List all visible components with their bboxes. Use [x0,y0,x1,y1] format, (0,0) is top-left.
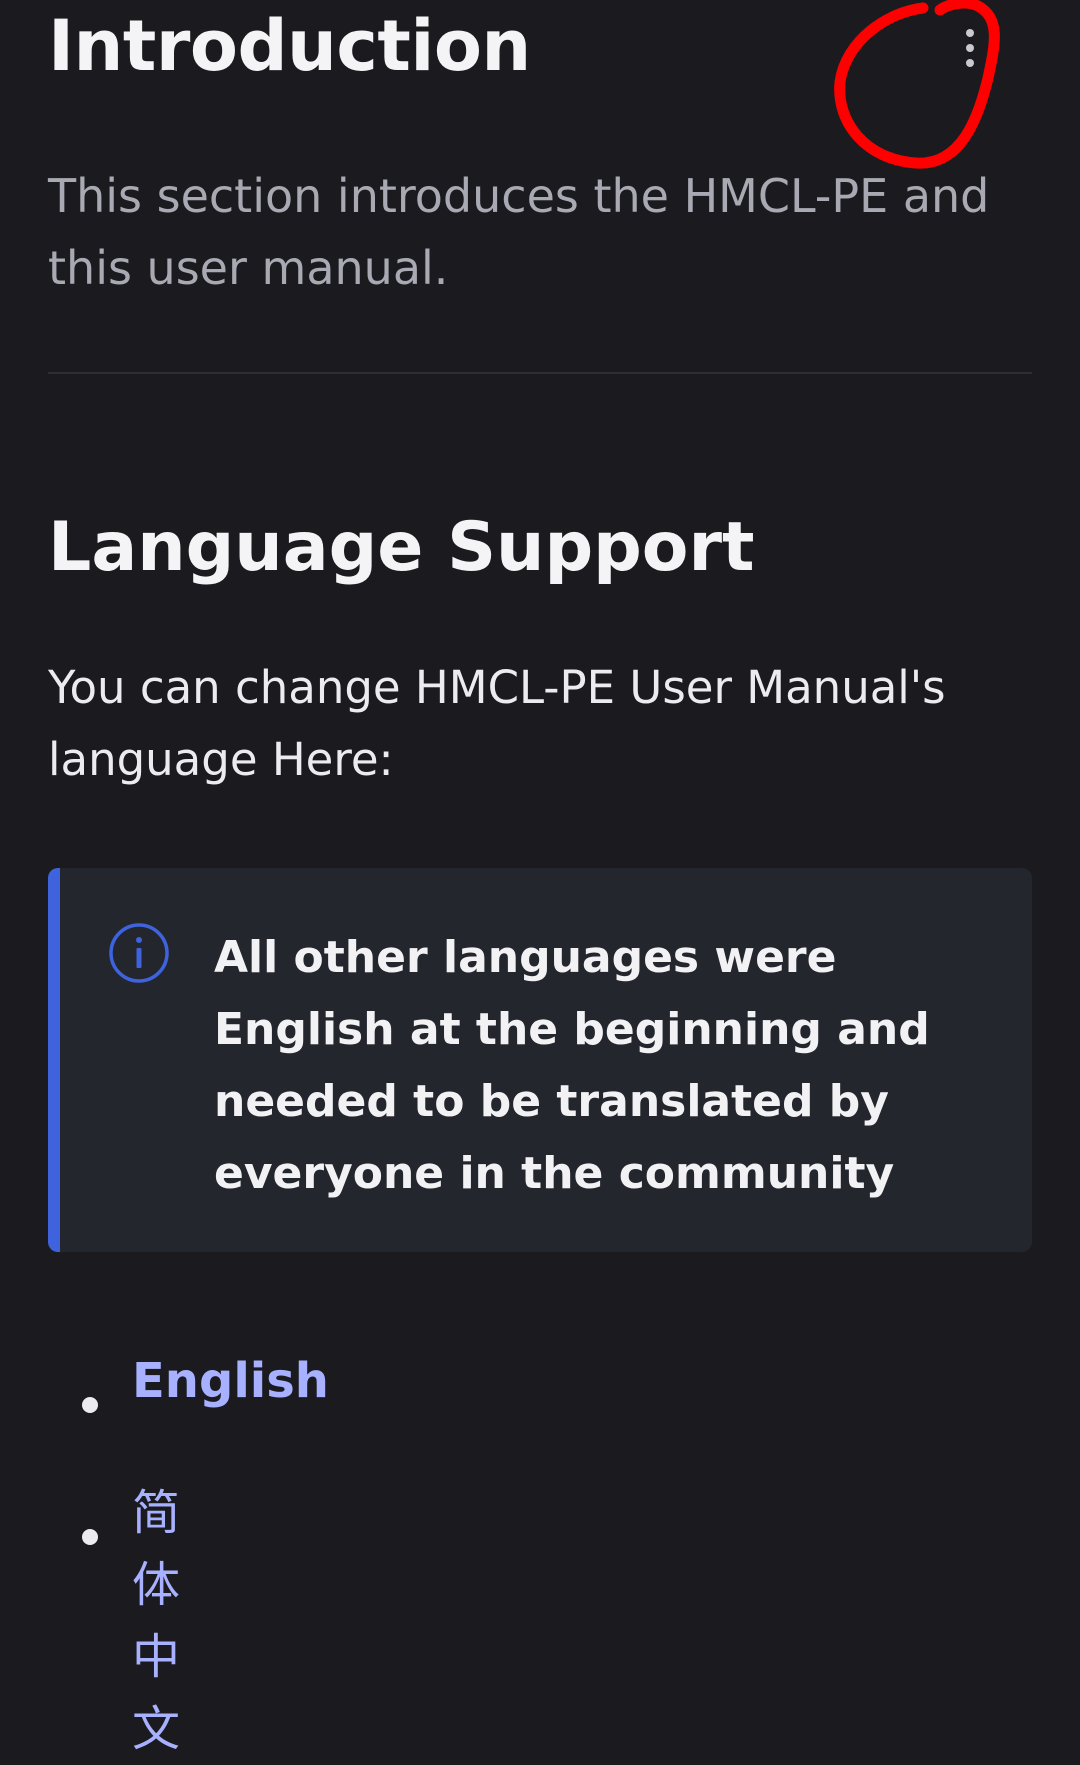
ellipsis-dot [966,44,974,52]
language-link-english[interactable]: English [132,1345,329,1417]
more-options-button[interactable] [940,18,1000,78]
info-circle-icon [109,923,169,983]
section-title: Language Support [48,508,755,587]
section-divider [48,372,1032,374]
vertical-ellipsis-icon [966,29,974,37]
info-callout: All other languages were English at the … [48,868,1032,1252]
intro-description: This section introduces the HMCL-PE and … [48,169,990,295]
ellipsis-dot [966,59,974,67]
section-text: You can change HMCL-PE User Manual's lan… [48,661,946,786]
page-title: Introduction [48,5,531,87]
language-link-simplified-chinese[interactable]: 简体中文 [132,1477,180,1765]
bullet-icon [82,1529,98,1545]
bullet-icon [82,1397,98,1413]
info-text: All other languages were English at the … [214,932,930,1199]
